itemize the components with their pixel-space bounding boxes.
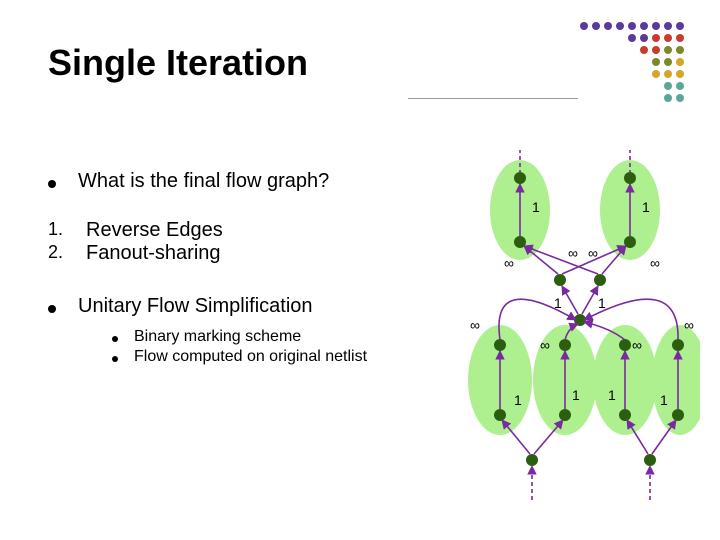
ufs-text: Unitary Flow Simplification [78, 295, 313, 318]
sub-bullet-icon [112, 336, 118, 342]
step-number-1: 1. [48, 219, 72, 240]
edge-label: ∞ [684, 317, 694, 333]
edge-label: ∞ [588, 245, 598, 261]
sub-bullet-icon [112, 356, 118, 362]
bullet-icon [48, 180, 56, 188]
sub-2-text: Flow computed on original netlist [134, 348, 367, 366]
edge-label: 1 [514, 392, 522, 408]
step-1-text: Reverse Edges [86, 219, 223, 242]
edge-label: 1 [660, 392, 668, 408]
edge-label: ∞ [470, 317, 480, 333]
bullet-icon [48, 305, 56, 313]
edge-label: ∞ [632, 337, 642, 353]
sub-1-text: Binary marking scheme [134, 328, 301, 346]
edge-label: 1 [598, 295, 606, 311]
edge-label: ∞ [540, 337, 550, 353]
edge-label: ∞ [568, 245, 578, 261]
edge-label: 1 [608, 387, 616, 403]
edge-label: 1 [532, 199, 540, 215]
title-divider [408, 98, 578, 99]
edge-label: ∞ [504, 255, 514, 271]
question-text: What is the final flow graph? [78, 170, 329, 193]
step-number-2: 2. [48, 242, 72, 263]
edge-label: 1 [642, 199, 650, 215]
step-2-text: Fanout-sharing [86, 242, 221, 265]
content-area: What is the final flow graph? 1. Reverse… [48, 170, 448, 368]
corner-dot-decoration [578, 20, 698, 120]
edge-label: 1 [572, 387, 580, 403]
slide-title: Single Iteration [48, 42, 308, 84]
flow-graph-diagram: 1 1 ∞ ∞ ∞ ∞ 1 1 ∞ ∞ ∞ ∞ 1 1 1 1 [450, 150, 700, 510]
edge-label: ∞ [650, 255, 660, 271]
